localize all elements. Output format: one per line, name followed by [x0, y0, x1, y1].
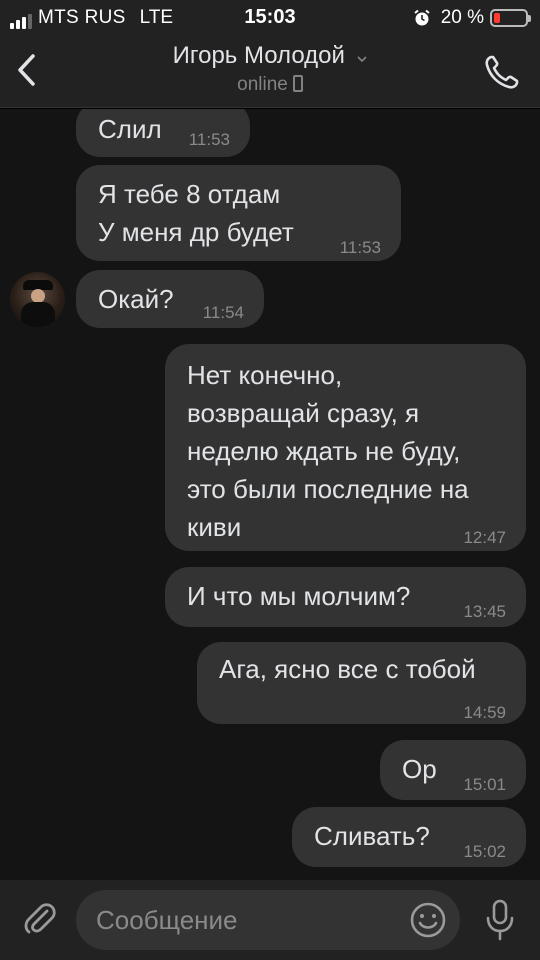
- status-right: 20 %: [413, 7, 531, 29]
- chat-header: Игорь Молодой online: [0, 36, 540, 108]
- chat-title[interactable]: Игорь Молодой: [173, 42, 345, 69]
- online-status: online: [237, 74, 288, 95]
- call-button[interactable]: [482, 52, 522, 92]
- message-list[interactable]: Слил 11:53 Я тебе 8 отдам У меня др буде…: [0, 109, 540, 880]
- battery-fill: [494, 13, 500, 23]
- message-bubble-outgoing[interactable]: Сливать? 15:02: [292, 807, 526, 867]
- message-text: Слил: [98, 114, 162, 144]
- contact-avatar[interactable]: [10, 272, 65, 327]
- message-input[interactable]: [76, 890, 460, 950]
- message-time: 14:59: [463, 703, 506, 722]
- battery-percent: 20 %: [440, 7, 484, 28]
- status-bar: MTS RUS LTE 15:03 20 %: [0, 0, 540, 36]
- message-time: 11:53: [339, 238, 381, 257]
- message-text: Окай?: [98, 284, 174, 314]
- microphone-button[interactable]: [480, 898, 520, 942]
- chat-status: online: [0, 74, 540, 96]
- message-time: 11:53: [188, 130, 230, 149]
- message-time: 15:01: [463, 775, 506, 794]
- chat-title-area[interactable]: Игорь Молодой online: [0, 42, 540, 96]
- message-bubble-outgoing[interactable]: И что мы молчим? 13:45: [165, 567, 526, 627]
- message-text: Сливать?: [314, 821, 430, 851]
- message-bubble-incoming[interactable]: Окай? 11:54: [76, 270, 264, 328]
- message-time: 15:02: [463, 842, 506, 861]
- message-text: Я тебе 8 отдам У меня др будет: [98, 179, 294, 247]
- message-bubble-incoming[interactable]: Я тебе 8 отдам У меня др будет 11:53: [76, 165, 401, 261]
- battery-icon: [490, 9, 531, 27]
- message-bubble-outgoing[interactable]: Ор 15:01: [380, 740, 526, 800]
- message-time: 13:45: [463, 602, 506, 621]
- attach-button[interactable]: [20, 898, 60, 938]
- chevron-down-icon[interactable]: [357, 54, 367, 64]
- composer-bar: [0, 880, 540, 960]
- message-bubble-incoming[interactable]: Слил 11:53: [76, 109, 250, 157]
- message-bubble-outgoing[interactable]: Ага, ясно все с тобой 14:59: [197, 642, 526, 724]
- message-text: Ор: [402, 754, 437, 784]
- message-time: 12:47: [463, 528, 506, 547]
- alarm-clock-icon: [414, 9, 430, 26]
- message-time: 11:54: [202, 303, 244, 322]
- message-bubble-outgoing[interactable]: Нет конечно, возвращай сразу, я неделю ж…: [165, 344, 526, 551]
- message-text: Ага, ясно все с тобой: [219, 654, 476, 684]
- mobile-phone-icon: [292, 75, 303, 92]
- message-text: Нет конечно, возвращай сразу, я неделю ж…: [187, 360, 469, 542]
- message-text: И что мы молчим?: [187, 581, 411, 611]
- emoji-button[interactable]: [408, 900, 448, 940]
